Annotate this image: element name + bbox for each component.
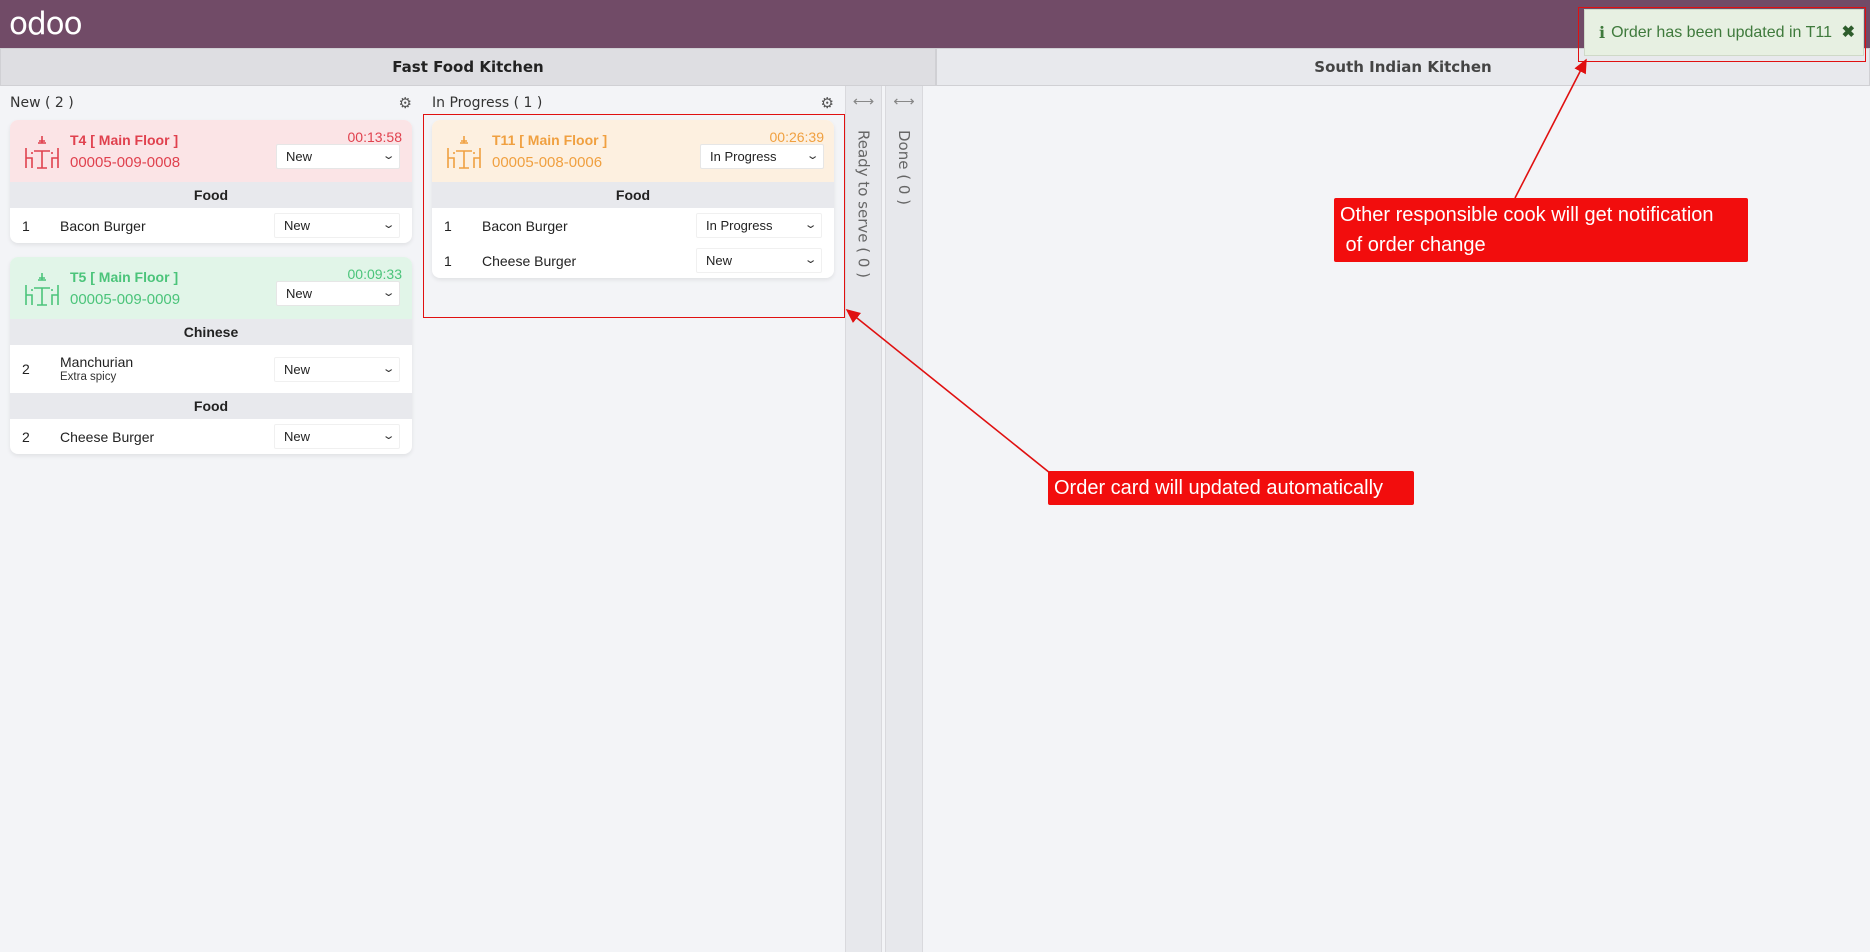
line-product: Cheese Burger <box>60 429 155 445</box>
column-new: New ( 2 ) ⚙ T4 [ Main Floor ] 00005-009-… <box>0 86 422 468</box>
order-reference: 00005-008-0006 <box>492 154 603 171</box>
order-timer: 00:13:58 <box>347 129 403 145</box>
table-icon <box>447 136 481 169</box>
table-name: T5 [ Main Floor ] <box>70 269 179 285</box>
category-header: Chinese <box>10 319 412 345</box>
order-state-select[interactable]: New ⌄ <box>276 144 400 169</box>
column-title: Done ( 0 ) <box>895 130 913 206</box>
column-title: In Progress ( 1 ) <box>432 95 543 111</box>
order-timer: 00:26:39 <box>769 129 825 145</box>
order-card-header: T5 [ Main Floor ] 00005-009-0009 00:09:3… <box>10 257 412 319</box>
line-qty: 1 <box>444 218 452 234</box>
chevron-down-icon: ⌄ <box>381 150 396 162</box>
line-qty: 1 <box>444 253 452 269</box>
odoo-logo[interactable]: odoo <box>9 6 83 42</box>
close-icon[interactable]: ✖ <box>1842 22 1855 42</box>
expand-icon[interactable]: ⟷ <box>846 92 881 110</box>
order-state-select[interactable]: New ⌄ <box>276 281 400 306</box>
column-in-progress: In Progress ( 1 ) ⚙ T11 [ Main Floor ] 0… <box>422 86 844 292</box>
line-note: Extra spicy <box>60 371 117 383</box>
callout-notification: Other responsible cook will get notifica… <box>1334 198 1748 262</box>
line-state-select[interactable]: New ⌄ <box>696 248 822 273</box>
line-state-value: In Progress <box>706 218 773 233</box>
order-card[interactable]: T11 [ Main Floor ] 00005-008-0006 00:26:… <box>432 120 834 278</box>
line-state-value: New <box>284 362 311 377</box>
order-timer: 00:09:33 <box>347 266 403 282</box>
order-card[interactable]: T4 [ Main Floor ] 00005-009-0008 00:13:5… <box>10 120 412 243</box>
column-header: In Progress ( 1 ) ⚙ <box>422 86 844 120</box>
order-card-header: T4 [ Main Floor ] 00005-009-0008 00:13:5… <box>10 120 412 182</box>
callout-line: of order change <box>1340 234 1486 256</box>
category-header: Food <box>432 182 834 208</box>
chevron-down-icon: ⌄ <box>381 287 396 299</box>
callout-text: Order card will updated automatically <box>1054 477 1384 499</box>
order-card-header: T11 [ Main Floor ] 00005-008-0006 00:26:… <box>432 120 834 182</box>
line-product: Cheese Burger <box>482 253 577 269</box>
column-title: Ready to serve ( 0 ) <box>854 130 873 279</box>
info-icon: ℹ <box>1599 24 1606 42</box>
line-state-select[interactable]: New ⌄ <box>274 213 400 238</box>
line-product: Manchurian <box>60 354 134 370</box>
callout-card-update: Order card will updated automatically <box>1048 471 1414 505</box>
table-icon <box>25 273 59 306</box>
order-line: 2 Cheese Burger New ⌄ <box>10 419 412 454</box>
callout-line: Other responsible cook will get notifica… <box>1340 204 1714 226</box>
order-reference: 00005-009-0009 <box>70 291 181 308</box>
order-line: 2 Manchurian Extra spicy New ⌄ <box>10 345 412 393</box>
column-done[interactable]: ⟷ Done ( 0 ) <box>885 86 923 952</box>
order-line: 1 Bacon Burger New ⌄ <box>10 208 412 243</box>
gear-icon[interactable]: ⚙ <box>399 94 412 112</box>
line-state-select[interactable]: New ⌄ <box>274 357 400 382</box>
line-state-value: New <box>284 429 311 444</box>
notification-toast: ℹ Order has been updated in T11 ✖ <box>1584 9 1864 56</box>
category-header: Food <box>10 393 412 419</box>
column-header: New ( 2 ) ⚙ <box>0 86 422 120</box>
line-state-select[interactable]: In Progress ⌄ <box>696 213 822 238</box>
line-product: Bacon Burger <box>60 218 146 234</box>
order-state-value: In Progress <box>710 149 777 164</box>
expand-icon[interactable]: ⟷ <box>886 92 922 110</box>
chevron-down-icon: ⌄ <box>381 363 396 375</box>
order-card[interactable]: T5 [ Main Floor ] 00005-009-0009 00:09:3… <box>10 257 412 454</box>
chevron-down-icon: ⌄ <box>381 430 396 442</box>
table-icon <box>25 136 59 169</box>
chevron-down-icon: ⌄ <box>805 150 820 162</box>
chevron-down-icon: ⌄ <box>803 219 818 231</box>
line-state-value: New <box>284 218 311 233</box>
column-ready-to-serve[interactable]: ⟷ Ready to serve ( 0 ) <box>845 86 882 952</box>
gear-icon[interactable]: ⚙ <box>821 94 834 112</box>
line-state-select[interactable]: New ⌄ <box>274 424 400 449</box>
line-qty: 2 <box>22 361 30 377</box>
order-state-value: New <box>286 286 313 301</box>
table-name: T11 [ Main Floor ] <box>492 132 608 148</box>
category-header: Food <box>10 182 412 208</box>
order-line: 1 Cheese Burger New ⌄ <box>432 243 834 278</box>
line-product: Bacon Burger <box>482 218 568 234</box>
chevron-down-icon: ⌄ <box>803 254 818 266</box>
chevron-down-icon: ⌄ <box>381 219 396 231</box>
order-state-select[interactable]: In Progress ⌄ <box>700 144 824 169</box>
notification-message: Order has been updated in T11 <box>1611 23 1832 41</box>
order-state-value: New <box>286 149 313 164</box>
line-qty: 1 <box>22 218 30 234</box>
tab-fast-food-kitchen[interactable]: Fast Food Kitchen <box>0 48 936 86</box>
column-title: New ( 2 ) <box>10 95 74 111</box>
order-line: 1 Bacon Burger In Progress ⌄ <box>432 208 834 243</box>
line-qty: 2 <box>22 429 30 445</box>
line-state-value: New <box>706 253 733 268</box>
order-reference: 00005-009-0008 <box>70 154 181 171</box>
table-name: T4 [ Main Floor ] <box>70 132 179 148</box>
